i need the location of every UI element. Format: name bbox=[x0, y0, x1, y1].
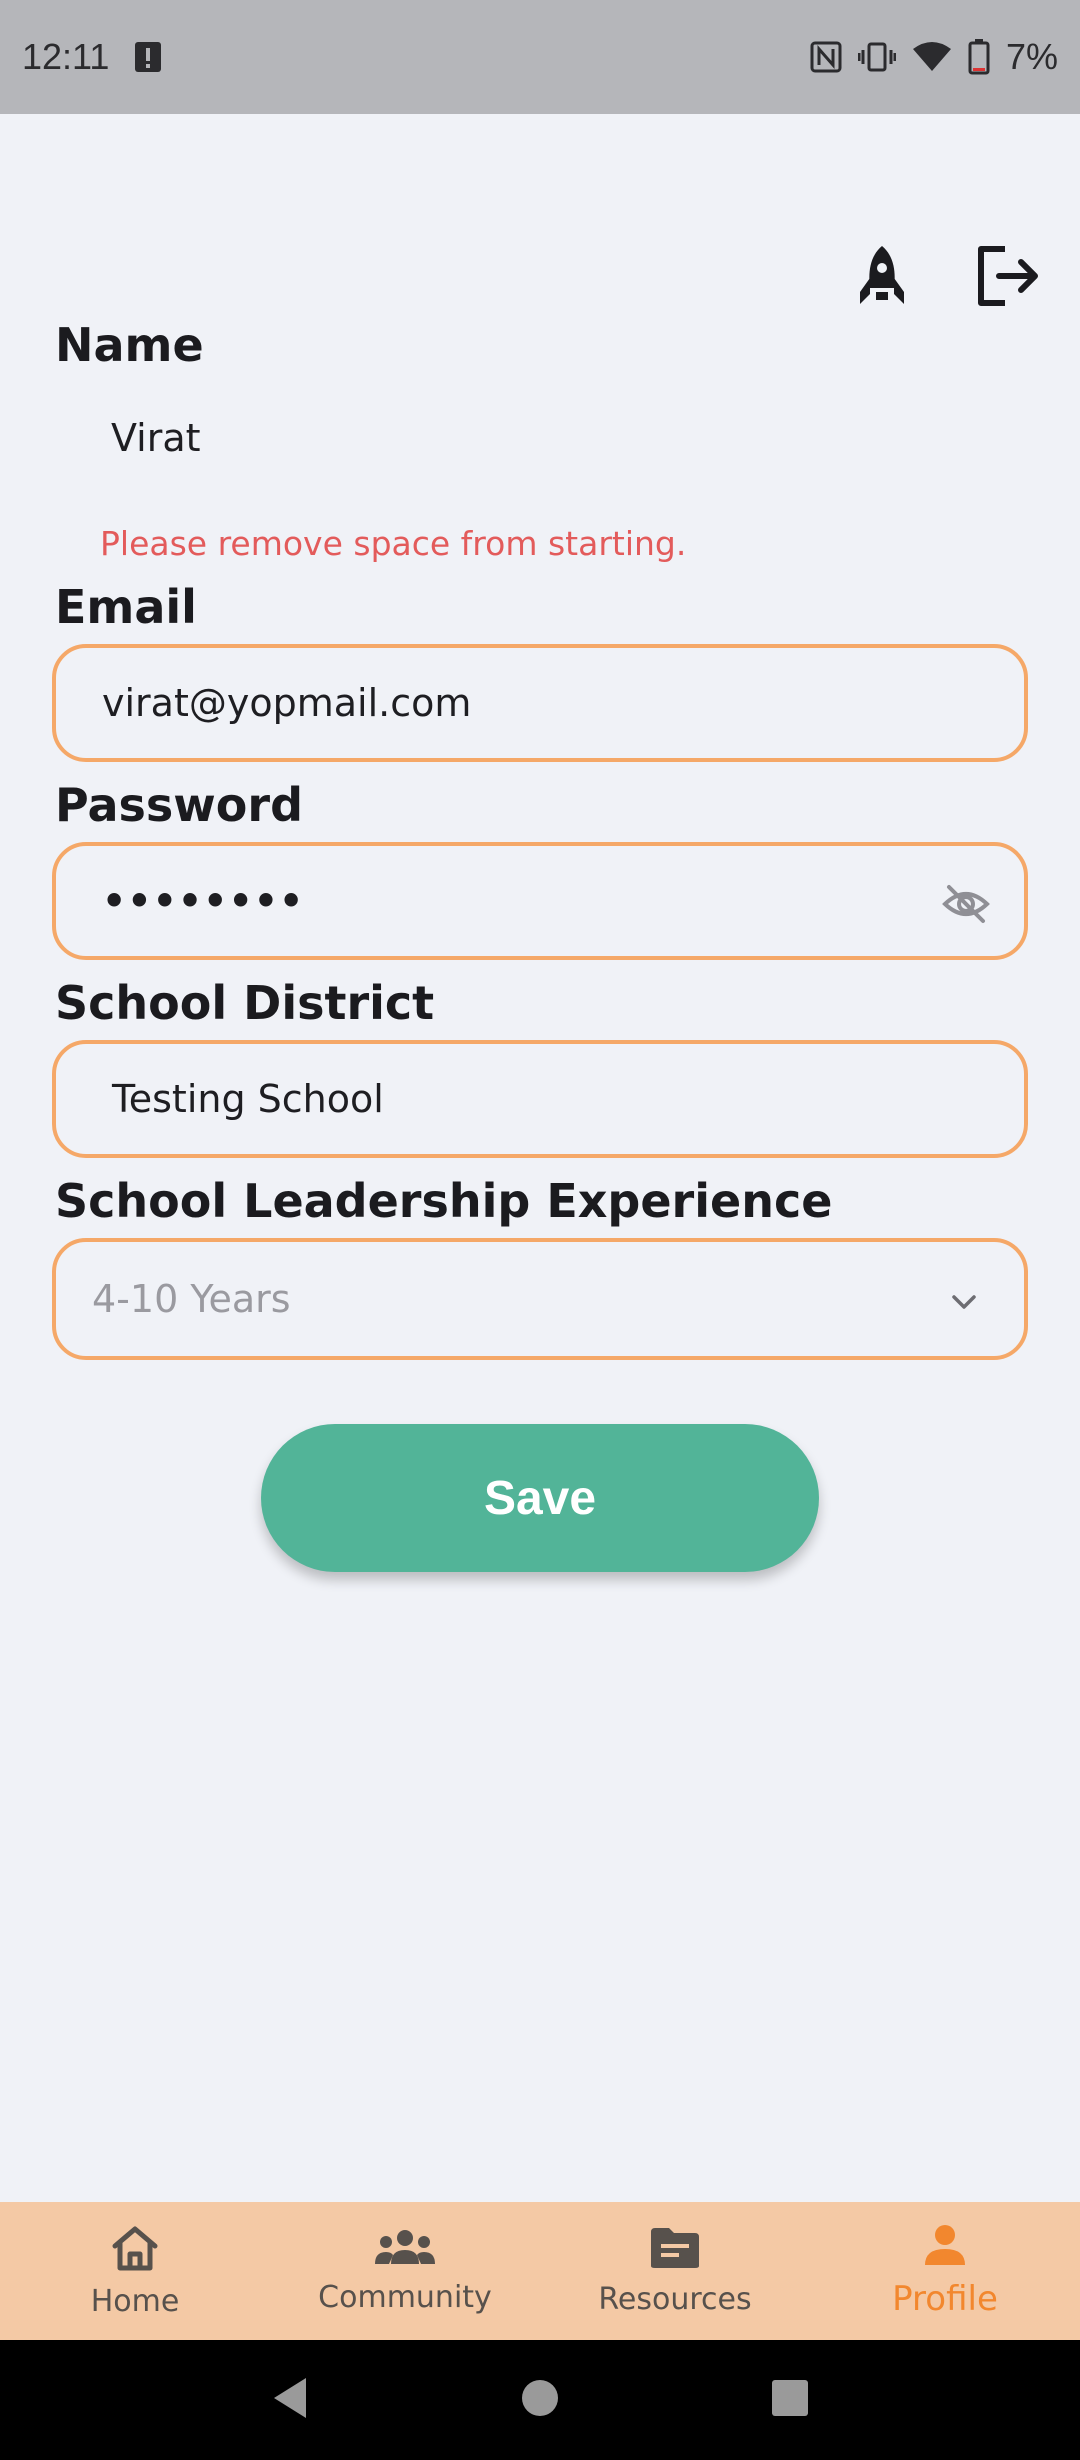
rocket-icon[interactable] bbox=[848, 242, 916, 310]
home-circle-icon[interactable] bbox=[520, 2378, 560, 2422]
nav-item-profile[interactable]: Profile bbox=[810, 2202, 1080, 2340]
name-field[interactable]: Virat bbox=[111, 416, 201, 460]
home-icon bbox=[109, 2224, 161, 2276]
password-label: Password bbox=[55, 778, 303, 832]
community-icon bbox=[373, 2228, 437, 2272]
email-label: Email bbox=[55, 580, 197, 634]
nav-item-community[interactable]: Community bbox=[270, 2202, 540, 2340]
school-district-label: School District bbox=[55, 976, 435, 1030]
email-field[interactable]: virat@yopmail.com bbox=[52, 644, 1028, 762]
top-actions bbox=[848, 242, 1042, 310]
nav-label-resources: Resources bbox=[598, 2281, 752, 2317]
recents-icon[interactable] bbox=[770, 2378, 810, 2422]
name-label: Name bbox=[55, 318, 204, 372]
vibrate-icon bbox=[857, 41, 896, 73]
name-error-message: Please remove space from starting. bbox=[100, 524, 687, 563]
status-time: 12:11 bbox=[22, 36, 110, 77]
nav-label-community: Community bbox=[318, 2279, 492, 2315]
password-field[interactable]: •••••••• bbox=[52, 842, 1028, 960]
system-nav-bar bbox=[0, 2340, 1080, 2460]
alert-notification-icon bbox=[135, 40, 162, 74]
battery-icon bbox=[968, 39, 990, 75]
wifi-icon bbox=[912, 41, 952, 73]
nav-item-resources[interactable]: Resources bbox=[540, 2202, 810, 2340]
experience-label: School Leadership Experience bbox=[55, 1174, 833, 1228]
experience-selected: 4-10 Years bbox=[92, 1277, 291, 1321]
profile-icon bbox=[923, 2223, 967, 2271]
nfc-icon bbox=[810, 41, 842, 73]
save-button[interactable]: Save bbox=[261, 1424, 819, 1572]
bottom-nav: Home Community Resources Profile bbox=[0, 2202, 1080, 2340]
logout-icon[interactable] bbox=[974, 242, 1042, 310]
back-icon[interactable] bbox=[270, 2376, 310, 2424]
school-district-field[interactable]: Testing School bbox=[52, 1040, 1028, 1158]
nav-label-profile: Profile bbox=[892, 2279, 998, 2319]
eye-off-icon[interactable] bbox=[942, 880, 990, 928]
password-value: •••••••• bbox=[102, 879, 305, 923]
chevron-down-icon bbox=[948, 1286, 980, 1318]
status-bar: 12:11 7% bbox=[0, 0, 1080, 114]
resources-icon bbox=[649, 2226, 701, 2274]
nav-item-home[interactable]: Home bbox=[0, 2202, 270, 2340]
experience-select[interactable]: 4-10 Years bbox=[52, 1238, 1028, 1360]
nav-label-home: Home bbox=[90, 2283, 180, 2319]
school-district-value: Testing School bbox=[112, 1077, 384, 1121]
email-value: virat@yopmail.com bbox=[102, 681, 472, 725]
battery-percent: 7% bbox=[1005, 36, 1058, 77]
